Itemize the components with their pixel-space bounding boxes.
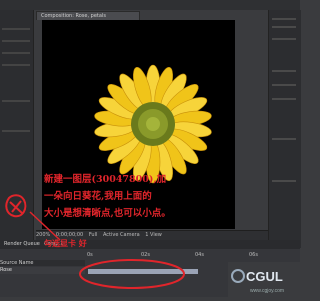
annotation-line-3: 大小是想清晰点,也可以小点。 (44, 208, 171, 219)
watermark-logo: CGUL www.cgjoy.com (228, 262, 300, 297)
highlight-ellipse (79, 259, 185, 289)
cross-mark (9, 200, 23, 214)
annotation-overlay (5, 194, 185, 289)
logo-url: www.cgjoy.com (250, 288, 284, 294)
annotation-line-1: 新建一图层(30047800),加 (44, 174, 167, 185)
logo-brand: CGUL (246, 269, 283, 284)
annotation-tag: 勾选显卡 好 (44, 238, 87, 248)
annotation-line-2: 一朵向日葵花,我用上面的 (44, 191, 152, 202)
